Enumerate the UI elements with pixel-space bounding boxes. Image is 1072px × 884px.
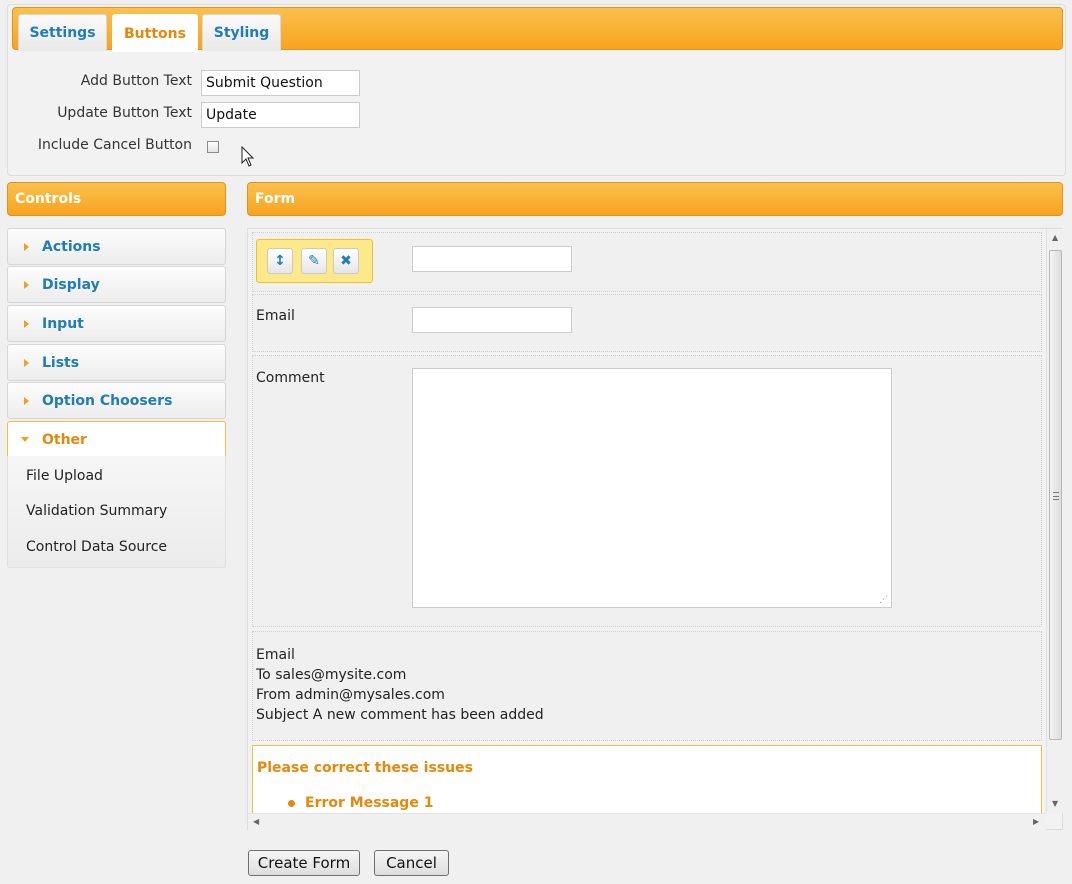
tab-styling[interactable]: Styling [202,14,281,51]
include-cancel-checkbox[interactable] [207,141,219,153]
include-cancel-label: Include Cancel Button [37,137,192,153]
tab-bar: Settings Buttons Styling [12,7,1063,52]
add-button-text-input[interactable] [201,70,360,96]
controls-sidebar: Actions Display Input Lists Option Choos… [7,228,226,568]
update-button-text-row: Update Button Text [8,102,408,128]
validation-title: Please correct these issues [257,760,473,776]
scroll-down-icon[interactable]: ▼ [1052,799,1058,808]
expand-arrow-icon [24,359,29,367]
control-file-upload[interactable]: File Upload [26,468,103,484]
accordion-label: Display [42,277,100,293]
accordion-other[interactable]: Other [7,421,226,457]
add-button-text-label: Add Button Text [80,73,192,89]
controls-header: Controls [7,182,226,216]
control-data-source[interactable]: Control Data Source [26,539,167,555]
delete-icon[interactable]: ✖ [333,248,359,274]
email-block-title: Email [256,647,295,663]
accordion-option-choosers[interactable]: Option Choosers [7,382,226,419]
comment-field-label: Comment [256,370,325,386]
email-subject: Subject A new comment has been added [256,707,544,723]
bullet-icon [288,800,295,807]
accordion-display[interactable]: Display [7,266,226,303]
field-input[interactable] [412,246,572,272]
settings-panel: Settings Buttons Styling Add Button Text… [7,4,1066,176]
accordion-label: Actions [42,239,101,255]
email-field-label: Email [256,308,295,324]
validation-summary[interactable]: Please correct these issues Error Messag… [252,745,1042,813]
accordion-input[interactable]: Input [7,305,226,342]
add-button-text-row: Add Button Text [8,70,408,96]
cancel-button[interactable]: Cancel [374,850,449,876]
accordion-actions[interactable]: Actions [7,228,226,265]
collapse-arrow-icon [21,437,29,442]
update-button-text-label: Update Button Text [57,105,192,121]
tab-buttons[interactable]: Buttons [112,14,198,52]
accordion-label: Other [42,432,87,448]
form-canvas: ↕ ✎ ✖ Email Comment ⋰ Email To sales@mys… [248,229,1046,813]
expand-arrow-icon [24,397,29,405]
form-row-email[interactable]: Email [252,294,1042,352]
accordion-label: Lists [42,355,80,371]
form-row-selected[interactable]: ↕ ✎ ✖ [252,232,1042,292]
accordion-label: Input [42,316,84,332]
edit-pencil-icon[interactable]: ✎ [301,248,327,274]
email-action-block[interactable]: Email To sales@mysite.com From admin@mys… [252,631,1042,741]
validation-message: Error Message 1 [305,795,434,811]
email-to: To sales@mysite.com [256,667,407,683]
form-header: Form [247,182,1063,216]
scroll-right-icon[interactable]: ▶ [1033,817,1039,826]
control-validation-summary[interactable]: Validation Summary [26,503,167,519]
email-from: From admin@mysales.com [256,687,445,703]
form-designer: ↕ ✎ ✖ Email Comment ⋰ Email To sales@mys… [247,228,1063,830]
form-row-comment[interactable]: Comment ⋰ [252,355,1042,627]
accordion-lists[interactable]: Lists [7,344,226,381]
horizontal-scrollbar[interactable]: ◀ ▶ [248,813,1046,830]
comment-textarea[interactable]: ⋰ [412,368,892,608]
field-toolbar: ↕ ✎ ✖ [256,239,373,283]
mouse-cursor-icon [241,146,255,167]
vertical-scrollbar[interactable]: ▲ ▼ [1046,229,1063,813]
expand-arrow-icon [24,320,29,328]
tab-settings[interactable]: Settings [18,14,107,51]
scroll-thumb[interactable] [1049,250,1062,740]
scroll-up-icon[interactable]: ▲ [1052,233,1058,242]
create-form-button[interactable]: Create Form [248,850,360,876]
email-field[interactable] [412,307,572,333]
include-cancel-row: Include Cancel Button [8,134,408,160]
scroll-left-icon[interactable]: ◀ [253,817,259,826]
other-controls-list: File Upload Validation Summary Control D… [7,456,226,568]
update-button-text-input[interactable] [201,102,360,128]
resize-grip-icon[interactable]: ⋰ [879,595,888,605]
move-icon[interactable]: ↕ [267,248,293,274]
accordion-label: Option Choosers [42,393,173,409]
expand-arrow-icon [24,281,29,289]
expand-arrow-icon [24,243,29,251]
